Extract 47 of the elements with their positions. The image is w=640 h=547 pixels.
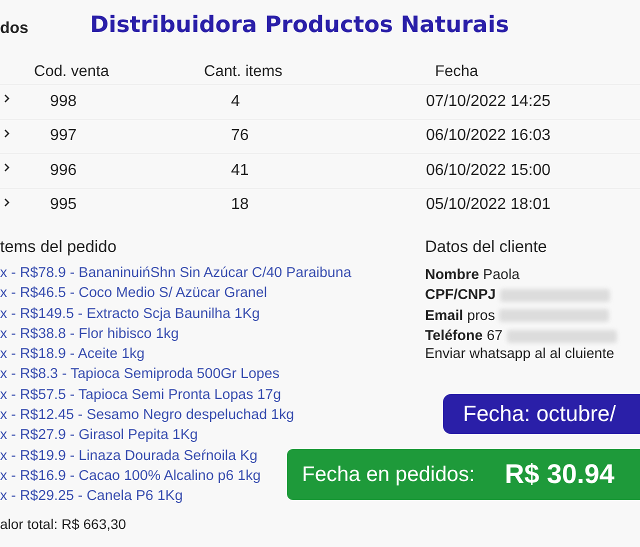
order-item-link[interactable]: x - R$57.5 - Tapioca Semi Pronta Lopas 17g: [0, 386, 282, 408]
table-cell-text: 05/10/2022 18:01: [426, 196, 552, 214]
table-cell-text: 41: [230, 162, 250, 180]
table-cell-text: 996: [49, 162, 78, 180]
order-item-link[interactable]: x - R$27.9 - Girasol Pepita 1Kg: [0, 427, 198, 448]
field-label: Email: [425, 308, 464, 324]
whatsapp-link[interactable]: Enviar whatsapp al al cluiente: [425, 346, 640, 366]
order-item-link[interactable]: x - R$38.8 - Flor hibisco 1kg: [0, 326, 179, 346]
chevron-right-icon[interactable]: [4, 198, 10, 207]
banner-amount: R$ 30.94: [504, 459, 614, 490]
order-item-link[interactable]: x - R$19.9 - Linaza Dourada Seŕnoila Kg: [0, 448, 258, 468]
chevron-right-icon[interactable]: [4, 94, 10, 104]
chevron-right-icon[interactable]: [4, 163, 10, 172]
table-cell-text: 06/10/2022 16:03: [426, 127, 552, 146]
column-header: Cod. venta: [34, 63, 110, 81]
table-cell-text: 995: [49, 196, 78, 214]
field-value: Paola: [483, 267, 520, 284]
order-item-link[interactable]: x - R$8.3 - Tapioca Semiproda 500Gr Lopes: [0, 366, 280, 387]
field-label: Nombre: [425, 267, 480, 284]
section-heading: Datos del cliente: [425, 238, 548, 258]
field-label: Teléfone: [425, 328, 483, 344]
order-item-link[interactable]: x - R$29.25 - Canela P6 1Kg: [0, 488, 183, 509]
order-item-link[interactable]: x - R$18.9 - Aceite 1kg: [0, 346, 145, 366]
section-heading: tems del pedido: [0, 238, 118, 258]
order-item-link[interactable]: x - R$78.9 - BananinuińShn Sin Azúcar C/40 Paraibuna: [0, 265, 352, 286]
date-banner: Fecha: octubre/: [443, 394, 640, 434]
table-cell-text: 997: [49, 127, 78, 146]
order-item-link[interactable]: x - R$16.9 - Cacao 100% Alcalino p6 1kg: [0, 468, 261, 488]
field-label: CPF/CNPJ: [425, 287, 496, 304]
company-title: Distribuidora Productos Naturais: [90, 12, 509, 40]
field-value: pros: [467, 308, 495, 324]
page-heading: dos: [0, 20, 30, 39]
field-value: 67: [486, 328, 503, 344]
column-header: Cant. items: [204, 63, 284, 81]
table-cell-text: 4: [230, 92, 241, 111]
table-cell-text: 18: [230, 196, 250, 214]
table-cell-text: 07/10/2022 14:25: [426, 92, 552, 111]
order-item-link[interactable]: x - R$12.45 - Sesamo Negro despeluchad 1kg: [0, 407, 294, 428]
order-item-link[interactable]: x - R$149.5 - Extracto Scja Baunilha 1Kg: [0, 306, 260, 326]
banner-label: Fecha en pedidos:: [302, 462, 475, 487]
table-cell-text: 998: [49, 92, 78, 111]
table-cell-text: 76: [230, 127, 250, 146]
table-cell-text: 06/10/2022 15:00: [426, 162, 552, 180]
chevron-right-icon[interactable]: [4, 128, 10, 138]
column-header: Fecha: [434, 63, 480, 81]
total-value: alor total: R$ 663,30: [0, 516, 126, 532]
order-item-link[interactable]: x - R$46.5 - Coco Medio S/ Azücar Granel: [0, 285, 267, 306]
